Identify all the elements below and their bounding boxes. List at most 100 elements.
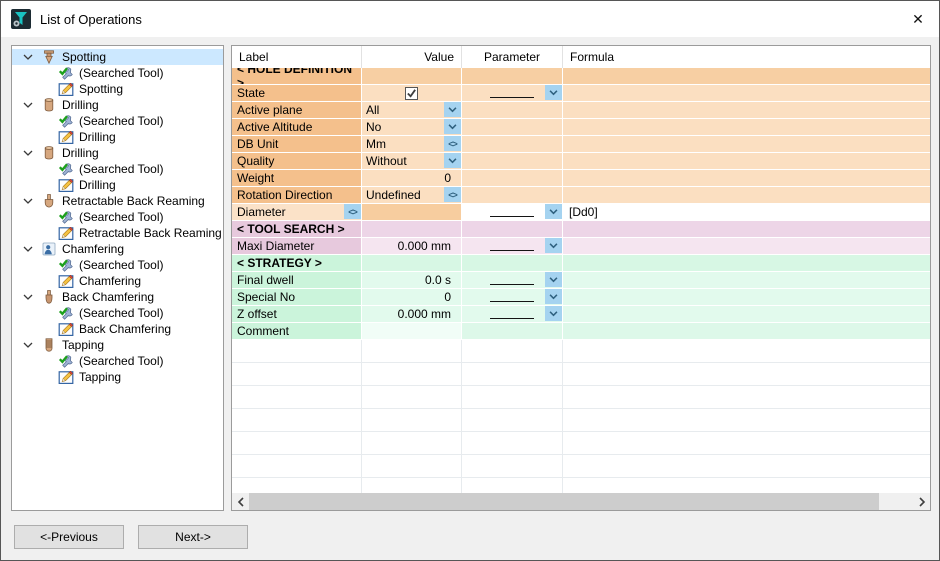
spot-drill-icon [41, 49, 57, 65]
row-value[interactable]: 0 [362, 289, 462, 306]
row-value[interactable]: 0.000 mm [362, 238, 462, 255]
grid-body: < HOLE DEFINITION >StateActive planeAllA… [232, 68, 930, 493]
row-parameter[interactable] [462, 187, 563, 204]
scrollbar-track[interactable] [879, 493, 913, 510]
row-parameter[interactable] [462, 323, 563, 340]
row-parameter[interactable] [462, 85, 563, 102]
row-parameter[interactable] [462, 204, 563, 221]
parameter-dropdown-icon[interactable] [545, 85, 562, 100]
close-icon[interactable]: ✕ [907, 8, 929, 30]
scroll-right-icon[interactable] [913, 493, 930, 510]
edit-operation-icon [58, 273, 74, 289]
dropdown-chevron-icon[interactable] [444, 102, 461, 117]
row-formula[interactable] [563, 238, 930, 255]
tree-item-searched-tool[interactable]: (Searched Tool) [12, 353, 223, 369]
table-row-active-plane: Active planeAll [232, 102, 930, 119]
row-value[interactable]: Mm<> [362, 136, 462, 153]
row-formula[interactable] [563, 119, 930, 136]
row-formula[interactable] [563, 153, 930, 170]
row-value[interactable] [362, 85, 462, 102]
tree-item-searched-tool[interactable]: (Searched Tool) [12, 257, 223, 273]
row-parameter[interactable] [462, 102, 563, 119]
row-label: Comment [232, 323, 362, 340]
tree-item-drilling[interactable]: Drilling [12, 177, 223, 193]
row-value[interactable]: 0.000 mm [362, 306, 462, 323]
row-formula[interactable] [563, 289, 930, 306]
tree-item-label: Drilling [79, 130, 116, 144]
row-formula[interactable] [563, 85, 930, 102]
row-parameter[interactable] [462, 272, 563, 289]
tree-item-searched-tool[interactable]: (Searched Tool) [12, 65, 223, 81]
row-formula[interactable] [563, 136, 930, 153]
row-parameter[interactable] [462, 289, 563, 306]
row-formula[interactable] [563, 170, 930, 187]
tree-item-chamfering[interactable]: Chamfering [12, 241, 223, 257]
row-value[interactable]: No [362, 119, 462, 136]
row-formula[interactable] [563, 306, 930, 323]
tree-item-drilling[interactable]: Drilling [12, 145, 223, 161]
row-formula[interactable] [563, 323, 930, 340]
tree-item-spotting[interactable]: Spotting [12, 49, 223, 65]
parameter-dropdown-icon[interactable] [545, 238, 562, 253]
tree-item-label: Back Chamfering [62, 290, 154, 304]
tree-item-drilling[interactable]: Drilling [12, 97, 223, 113]
row-parameter[interactable] [462, 170, 563, 187]
tree-item-searched-tool[interactable]: (Searched Tool) [12, 305, 223, 321]
row-formula[interactable] [563, 187, 930, 204]
dropdown-chevron-icon[interactable] [444, 153, 461, 168]
tree-item-back-chamfering[interactable]: Back Chamfering [12, 289, 223, 305]
spinner-button[interactable]: <> [344, 204, 361, 219]
state-checkbox[interactable] [405, 87, 418, 100]
spinner-button[interactable]: <> [444, 136, 461, 151]
tree-item-chamfering[interactable]: Chamfering [12, 273, 223, 289]
parameter-dropdown-icon[interactable] [545, 204, 562, 219]
empty-row [232, 478, 930, 493]
scrollbar-thumb[interactable] [249, 493, 879, 510]
parameter-dropdown-icon[interactable] [545, 306, 562, 321]
parameter-dropdown-icon[interactable] [545, 272, 562, 287]
tree-item-back-chamfering[interactable]: Back Chamfering [12, 321, 223, 337]
row-parameter[interactable] [462, 153, 563, 170]
row-value[interactable]: 0.0 s [362, 272, 462, 289]
chevron-down-icon[interactable] [21, 291, 34, 304]
row-formula[interactable]: [Dd0] [563, 204, 930, 221]
horizontal-scrollbar[interactable] [232, 493, 930, 510]
scroll-left-icon[interactable] [232, 493, 249, 510]
tree-item-tapping[interactable]: Tapping [12, 369, 223, 385]
next-button[interactable]: Next-> [138, 525, 248, 549]
empty-cell [232, 478, 362, 493]
tree-item-retractable-back-reaming[interactable]: Retractable Back Reaming [12, 225, 223, 241]
tree-item-label: Drilling [62, 98, 99, 112]
empty-cell [462, 478, 563, 493]
parameter-dropdown-icon[interactable] [545, 289, 562, 304]
chevron-down-icon[interactable] [21, 51, 34, 64]
tree-item-spotting[interactable]: Spotting [12, 81, 223, 97]
row-formula[interactable] [563, 272, 930, 289]
tree-item-searched-tool[interactable]: (Searched Tool) [12, 161, 223, 177]
chevron-down-icon[interactable] [21, 195, 34, 208]
row-value[interactable] [362, 204, 462, 221]
row-parameter[interactable] [462, 306, 563, 323]
spinner-button[interactable]: <> [444, 187, 461, 202]
row-parameter[interactable] [462, 238, 563, 255]
tree-item-searched-tool[interactable]: (Searched Tool) [12, 209, 223, 225]
tree-item-drilling[interactable]: Drilling [12, 129, 223, 145]
previous-button[interactable]: <-Previous [14, 525, 124, 549]
row-value[interactable]: 0 [362, 170, 462, 187]
row-value[interactable] [362, 323, 462, 340]
row-formula[interactable] [563, 102, 930, 119]
tree-item-retractable-back-reaming[interactable]: Retractable Back Reaming [12, 193, 223, 209]
row-value[interactable]: Without [362, 153, 462, 170]
chevron-down-icon[interactable] [21, 99, 34, 112]
chevron-down-icon[interactable] [21, 147, 34, 160]
row-value[interactable]: All [362, 102, 462, 119]
row-parameter[interactable] [462, 119, 563, 136]
dropdown-chevron-icon[interactable] [444, 119, 461, 134]
row-value[interactable]: Undefined<> [362, 187, 462, 204]
row-parameter[interactable] [462, 136, 563, 153]
chevron-down-icon[interactable] [21, 339, 34, 352]
back-reaming-icon [41, 193, 57, 209]
tree-item-tapping[interactable]: Tapping [12, 337, 223, 353]
tree-item-searched-tool[interactable]: (Searched Tool) [12, 113, 223, 129]
chevron-down-icon[interactable] [21, 243, 34, 256]
